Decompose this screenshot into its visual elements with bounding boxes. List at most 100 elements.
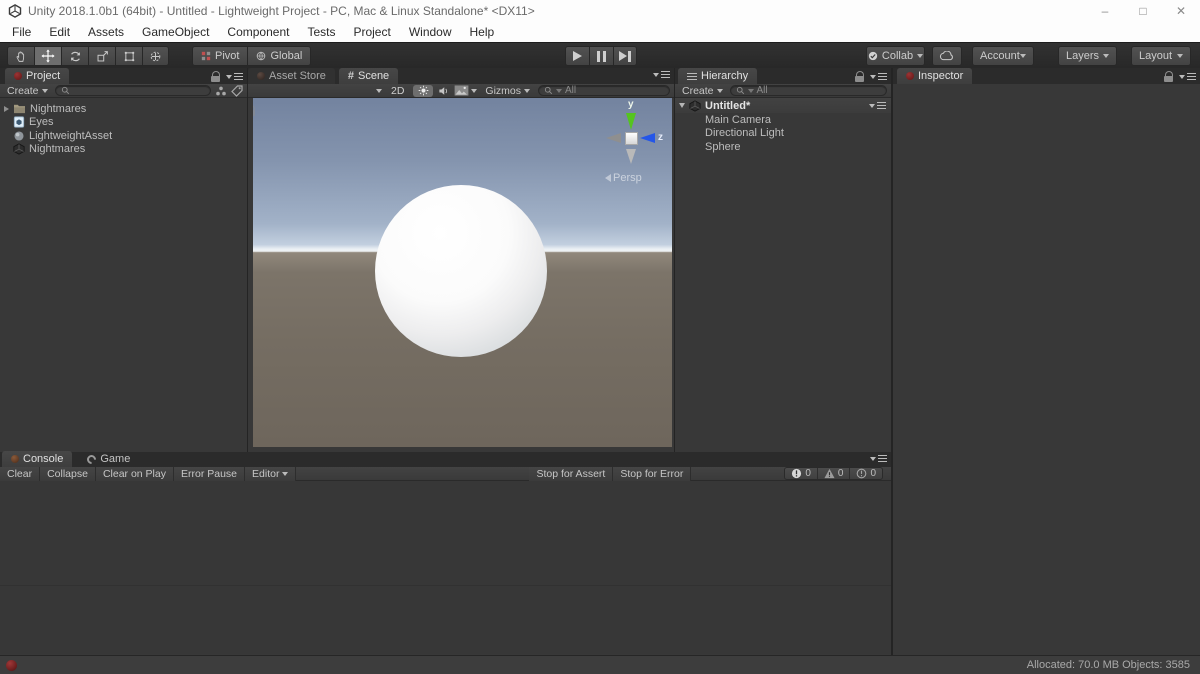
menu-component[interactable]: Component xyxy=(218,22,298,42)
panel-menu-icon[interactable] xyxy=(226,73,243,80)
menu-project[interactable]: Project xyxy=(344,22,399,42)
expand-caret-icon[interactable] xyxy=(4,105,9,112)
list-item[interactable]: Nightmares xyxy=(0,143,247,157)
panel-menu-icon[interactable] xyxy=(870,455,887,462)
menu-assets[interactable]: Assets xyxy=(79,22,133,42)
panel-menu-icon[interactable] xyxy=(870,73,887,80)
clear-button[interactable]: Clear xyxy=(0,466,41,481)
inspector-tab-label: Inspector xyxy=(918,70,964,82)
gizmos-dropdown[interactable]: Gizmos xyxy=(481,85,534,97)
persp-label: Persp xyxy=(613,172,642,184)
menu-tests[interactable]: Tests xyxy=(298,22,344,42)
menu-edit[interactable]: Edit xyxy=(40,22,79,42)
hierarchy-item-directional-light[interactable]: Directional Light xyxy=(675,127,891,141)
minimize-button[interactable]: – xyxy=(1086,4,1124,18)
tab-project[interactable]: Project xyxy=(5,68,70,84)
list-item[interactable]: LightweightAsset xyxy=(0,129,247,143)
play-button[interactable] xyxy=(565,46,589,66)
hand-tool-button[interactable] xyxy=(7,46,34,66)
transform-tool-button[interactable] xyxy=(142,46,169,66)
cloud-button[interactable] xyxy=(932,46,962,66)
layout-dropdown[interactable]: Layout xyxy=(1131,46,1191,66)
account-label: Account xyxy=(980,50,1020,62)
panel-menu-icon[interactable] xyxy=(1179,73,1196,80)
collab-dropdown[interactable]: Collab xyxy=(866,46,925,66)
tab-console[interactable]: Console xyxy=(2,451,73,467)
hierarchy-list: Main Camera Directional Light Sphere xyxy=(675,113,891,154)
scale-tool-button[interactable] xyxy=(88,46,115,66)
pause-button[interactable] xyxy=(589,46,613,66)
collapse-caret-icon[interactable] xyxy=(679,103,685,108)
menu-file[interactable]: File xyxy=(3,22,40,42)
scene-search-input[interactable]: All xyxy=(538,85,670,96)
lock-icon[interactable] xyxy=(855,71,864,82)
perspective-toggle[interactable]: Persp xyxy=(605,172,642,184)
axis-x-arrow-icon[interactable] xyxy=(606,133,621,143)
axis-z-arrow-icon[interactable] xyxy=(640,133,655,143)
message-count-toggle[interactable]: 0 xyxy=(850,468,882,479)
console-toolbar: Clear Collapse Clear on Play Error Pause… xyxy=(0,466,891,481)
stop-for-error-button[interactable]: Stop for Error xyxy=(613,466,692,481)
console-splitter[interactable] xyxy=(0,585,891,586)
global-toggle-button[interactable]: Global xyxy=(247,46,312,66)
axis-y-arrow-icon[interactable] xyxy=(626,113,636,130)
project-create-dropdown[interactable]: Create xyxy=(4,85,51,97)
hierarchy-create-dropdown[interactable]: Create xyxy=(679,85,726,97)
stop-for-assert-button[interactable]: Stop for Assert xyxy=(529,466,614,481)
rotate-tool-button[interactable] xyxy=(61,46,88,66)
scene-row-menu-icon[interactable] xyxy=(869,102,886,109)
hierarchy-search-input[interactable]: All xyxy=(729,85,887,96)
tab-hierarchy[interactable]: Hierarchy xyxy=(678,68,758,84)
draw-mode-dropdown[interactable] xyxy=(375,88,382,93)
error-pause-button[interactable]: Error Pause xyxy=(173,466,246,481)
tab-inspector[interactable]: Inspector xyxy=(897,68,973,84)
menu-window[interactable]: Window xyxy=(400,22,461,42)
tab-asset-store[interactable]: Asset Store xyxy=(248,68,335,84)
error-count-toggle[interactable]: 0 xyxy=(785,468,818,479)
console-tabstrip: Console Game xyxy=(0,451,891,467)
close-button[interactable]: ✕ xyxy=(1162,4,1200,18)
hierarchy-item-sphere[interactable]: Sphere xyxy=(675,140,891,154)
toggle-2d-button[interactable]: 2D xyxy=(386,85,409,97)
editor-dropdown[interactable]: Editor xyxy=(245,466,297,481)
project-search-input[interactable] xyxy=(54,85,211,96)
collapse-button[interactable]: Collapse xyxy=(40,466,96,481)
menu-gameobject[interactable]: GameObject xyxy=(133,22,218,42)
pivot-toggle-button[interactable]: Pivot xyxy=(192,46,248,66)
account-dropdown[interactable]: Account xyxy=(972,46,1034,66)
tab-scene[interactable]: # Scene xyxy=(338,68,399,84)
lighting-toggle-button[interactable] xyxy=(413,84,434,97)
warning-count-toggle[interactable]: 0 xyxy=(818,468,851,479)
inspector-body xyxy=(893,84,1200,655)
effects-dropdown[interactable] xyxy=(454,85,478,96)
lock-icon[interactable] xyxy=(1164,71,1173,82)
list-item[interactable]: Eyes xyxy=(0,116,247,130)
orientation-gizmo[interactable]: y z xyxy=(593,99,668,181)
gizmo-center-cube[interactable] xyxy=(625,132,638,145)
audio-toggle-icon[interactable] xyxy=(437,85,450,97)
menu-help[interactable]: Help xyxy=(461,22,504,42)
error-count: 0 xyxy=(805,468,811,479)
axis-down-arrow-icon[interactable] xyxy=(626,149,636,164)
console-log-area[interactable] xyxy=(0,481,891,654)
search-by-type-icon[interactable] xyxy=(215,85,227,97)
move-tool-button[interactable] xyxy=(34,46,61,66)
step-button[interactable] xyxy=(613,46,637,66)
list-item[interactable]: Nightmares xyxy=(0,102,247,116)
pause-icon xyxy=(597,50,606,62)
rect-tool-button[interactable] xyxy=(115,46,142,66)
hierarchy-item-main-camera[interactable]: Main Camera xyxy=(675,113,891,127)
scene-viewport[interactable]: y z Persp xyxy=(253,98,672,447)
panel-menu-icon[interactable] xyxy=(653,71,670,78)
check-circle-icon xyxy=(868,51,878,61)
viewport-lock-icon[interactable] xyxy=(253,105,255,116)
tab-game[interactable]: Game xyxy=(78,451,139,467)
sphere-object[interactable] xyxy=(375,185,547,357)
scene-root-row[interactable]: Untitled* xyxy=(675,98,891,113)
maximize-button[interactable]: □ xyxy=(1124,4,1162,18)
layers-dropdown[interactable]: Layers xyxy=(1058,46,1117,66)
clear-on-play-button[interactable]: Clear on Play xyxy=(95,466,174,481)
lock-icon[interactable] xyxy=(211,71,220,82)
search-by-label-icon[interactable] xyxy=(231,84,243,97)
memory-status-text: Allocated: 70.0 MB Objects: 3585 xyxy=(1026,659,1190,671)
